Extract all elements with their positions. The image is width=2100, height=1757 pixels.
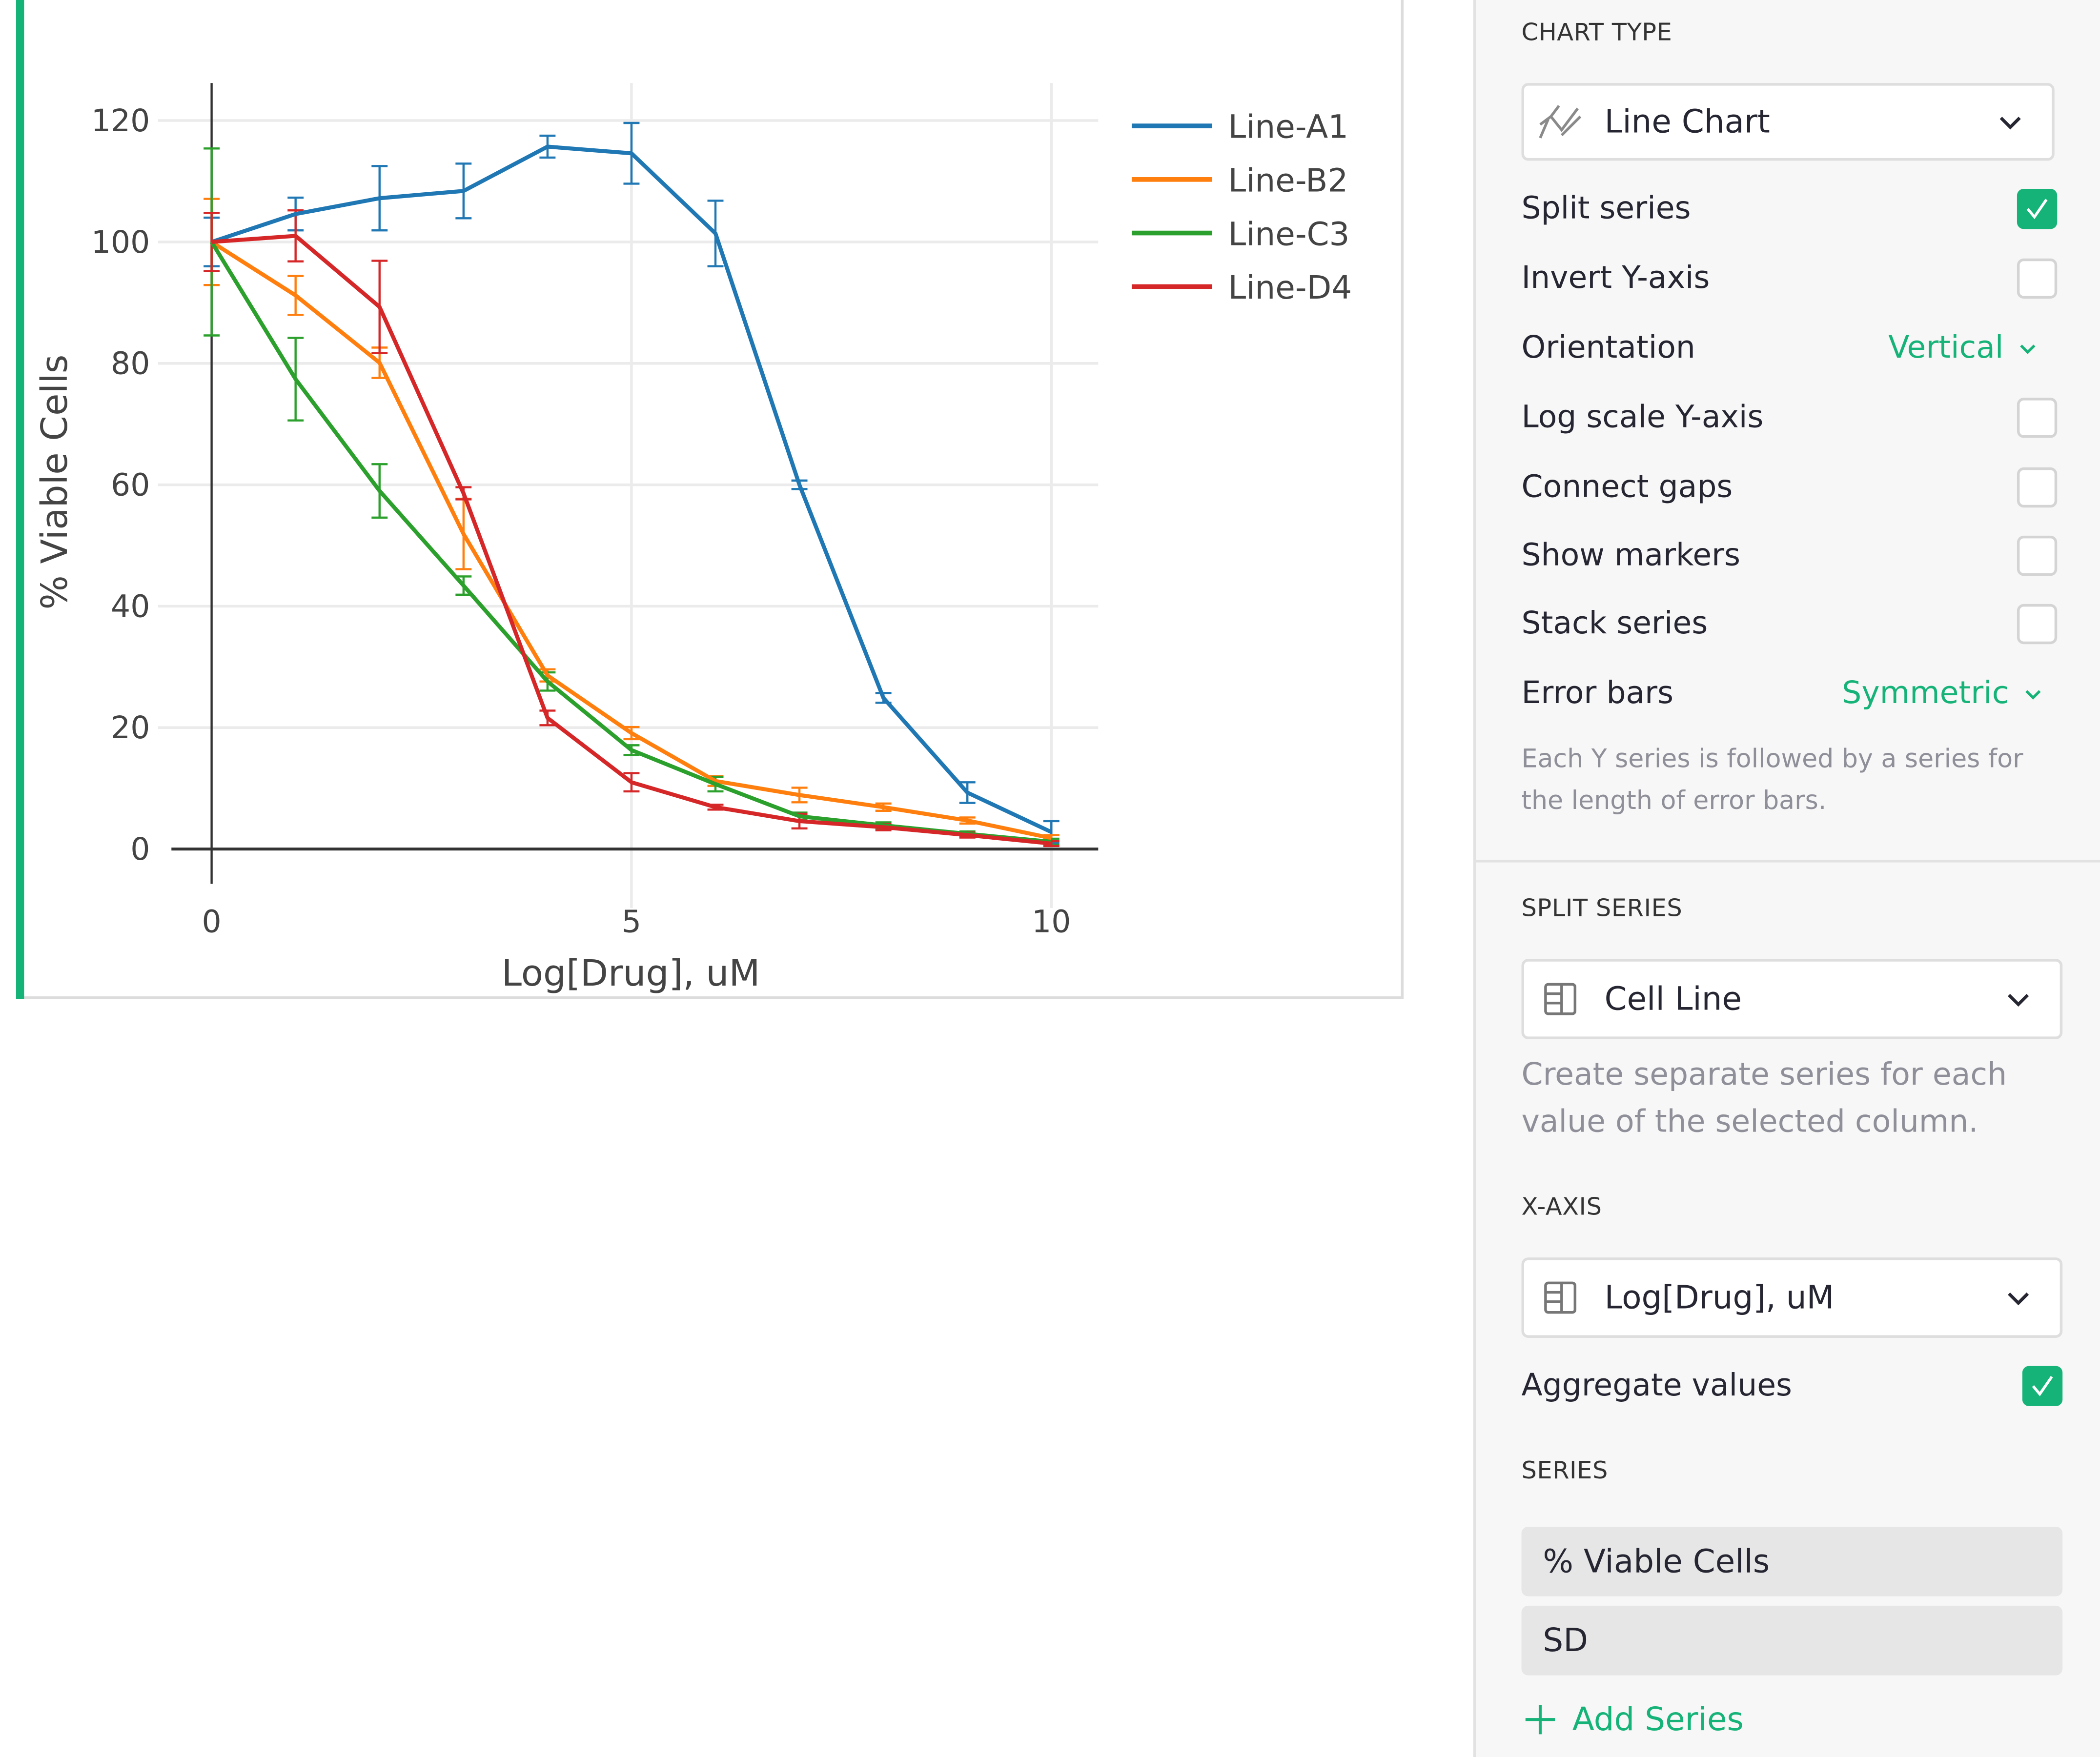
connect-gaps-row: Connect gaps bbox=[1522, 461, 2058, 514]
y-tick-label: 60 bbox=[111, 467, 150, 503]
orientation-label: Orientation bbox=[1521, 330, 1695, 366]
aggregate-values-label: Aggregate values bbox=[1521, 1369, 1792, 1404]
series-item-label: % Viable Cells bbox=[1543, 1542, 1770, 1580]
orientation-value: Vertical bbox=[1888, 330, 2004, 366]
column-icon bbox=[1537, 1277, 1583, 1317]
legend-label: Line-D4 bbox=[1228, 269, 1352, 306]
split-series-label: Split series bbox=[1521, 191, 1691, 226]
y-tick-label: 100 bbox=[91, 224, 150, 260]
legend-item: Line-A1 bbox=[1131, 108, 1349, 146]
error-bars-value: Symmetric bbox=[1842, 676, 2009, 711]
error-bars-select[interactable]: Symmetric bbox=[1842, 676, 2044, 711]
plus-icon bbox=[1525, 1705, 1555, 1735]
chart-type-heading: CHART TYPE bbox=[1521, 19, 1672, 47]
invert-y-axis-row: Invert Y-axis bbox=[1522, 252, 2058, 305]
y-tick-label: 80 bbox=[111, 345, 150, 382]
column-icon bbox=[1537, 979, 1583, 1019]
x-axis-title: Log[Drug], uM bbox=[502, 952, 760, 994]
error-bars-label: Error bars bbox=[1521, 676, 1674, 711]
chevron-down-icon bbox=[2020, 344, 2036, 354]
stack-series-row: Stack series bbox=[1522, 597, 2058, 651]
stack-series-label: Stack series bbox=[1521, 606, 1708, 642]
grid-lines bbox=[158, 83, 1099, 908]
legend-item: Line-C3 bbox=[1131, 215, 1350, 253]
legend-item: Line-D4 bbox=[1131, 269, 1352, 306]
split-series-checkbox[interactable] bbox=[2017, 189, 2058, 229]
y-tick-label: 120 bbox=[91, 102, 150, 139]
chart-card: 0 20 40 60 80 100 120 0 5 10 Log[Drug], uM % Viab… bbox=[16, 0, 1404, 999]
add-series-button[interactable]: Add Series bbox=[1524, 1701, 1744, 1738]
orientation-row: Orientation Vertical bbox=[1522, 322, 2058, 375]
log-scale-y-axis-row: Log scale Y-axis bbox=[1522, 391, 2058, 444]
log-scale-y-axis-checkbox[interactable] bbox=[2017, 398, 2058, 438]
x-tick-label: 10 bbox=[1032, 903, 1071, 939]
legend-label: Line-C3 bbox=[1228, 215, 1350, 253]
aggregate-values-row: Aggregate values bbox=[1522, 1359, 2063, 1413]
show-markers-checkbox[interactable] bbox=[2017, 535, 2058, 576]
connect-gaps-label: Connect gaps bbox=[1521, 470, 1733, 505]
aggregate-values-checkbox[interactable] bbox=[2022, 1366, 2063, 1406]
orientation-select[interactable]: Vertical bbox=[1888, 331, 2039, 365]
y-tick-label: 40 bbox=[111, 588, 150, 624]
y-tick-label: 20 bbox=[111, 709, 150, 746]
chevron-down-icon bbox=[2008, 1293, 2029, 1306]
split-series-heading: SPLIT SERIES bbox=[1521, 894, 1683, 923]
show-markers-label: Show markers bbox=[1521, 538, 1741, 573]
chevron-down-icon bbox=[2008, 993, 2029, 1007]
y-axis-title: % Viable Cells bbox=[34, 355, 76, 610]
connect-gaps-checkbox[interactable] bbox=[2017, 467, 2058, 508]
invert-y-axis-label: Invert Y-axis bbox=[1521, 261, 1710, 296]
section-divider bbox=[1476, 860, 2100, 863]
show-markers-row: Show markers bbox=[1522, 529, 2058, 583]
chart-settings-panel: CHART TYPE Line Chart Split series Invert… bbox=[1473, 0, 2100, 1757]
checkmark-icon bbox=[2032, 1375, 2053, 1396]
legend: Line-A1 Line-B2 Line-C3 Line-D4 bbox=[1131, 108, 1352, 306]
split-series-row: Split series bbox=[1522, 182, 2058, 236]
series-item[interactable]: % Viable Cells bbox=[1521, 1526, 2063, 1596]
x-axis-value: Log[Drug], uM bbox=[1604, 1279, 1835, 1317]
line-chart-icon bbox=[1537, 102, 1583, 142]
split-series-hint: Create separate series for each value of… bbox=[1521, 1058, 2007, 1140]
y-tick-label: 0 bbox=[130, 831, 150, 867]
legend-label: Line-B2 bbox=[1228, 162, 1348, 199]
checkmark-icon bbox=[2026, 199, 2048, 220]
error-bars-hint: Each Y series is followed by a series fo… bbox=[1521, 745, 2023, 816]
invert-y-axis-checkbox[interactable] bbox=[2017, 258, 2058, 299]
series-item-label: SD bbox=[1543, 1621, 1588, 1659]
series-heading: SERIES bbox=[1521, 1457, 1608, 1485]
stack-series-checkbox[interactable] bbox=[2017, 604, 2058, 645]
chevron-down-icon bbox=[1999, 117, 2021, 130]
x-tick-label: 5 bbox=[622, 903, 641, 939]
legend-label: Line-A1 bbox=[1228, 108, 1349, 146]
legend-item: Line-B2 bbox=[1131, 162, 1348, 199]
error-bars-row: Error bars Symmetric bbox=[1522, 667, 2058, 721]
chart-type-select[interactable]: Line Chart bbox=[1521, 83, 2055, 161]
split-series-select[interactable]: Cell Line bbox=[1521, 959, 2063, 1039]
split-series-value: Cell Line bbox=[1604, 980, 1742, 1018]
x-axis-heading: X-AXIS bbox=[1521, 1193, 1602, 1222]
add-series-label: Add Series bbox=[1572, 1700, 1744, 1738]
x-axis-select[interactable]: Log[Drug], uM bbox=[1521, 1257, 2063, 1338]
x-tick-label: 0 bbox=[202, 903, 222, 939]
line-chart: 0 20 40 60 80 100 120 0 5 10 Log[Drug], uM % Viab… bbox=[34, 83, 1352, 994]
series-item[interactable]: SD bbox=[1521, 1605, 2063, 1676]
chevron-down-icon bbox=[2025, 690, 2041, 700]
log-scale-y-axis-label: Log scale Y-axis bbox=[1521, 400, 1764, 436]
chart-type-value: Line Chart bbox=[1604, 103, 1770, 141]
